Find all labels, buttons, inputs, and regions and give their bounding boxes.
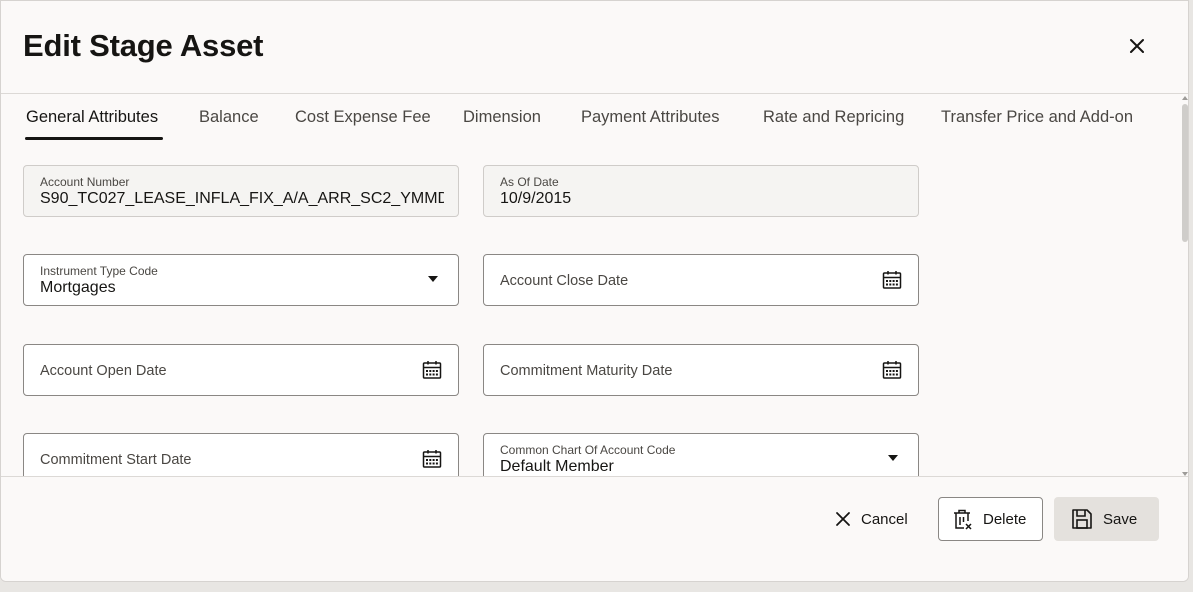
as-of-date-label: As Of Date xyxy=(500,175,559,189)
delete-label: Delete xyxy=(983,510,1027,528)
save-icon xyxy=(1072,509,1092,529)
dialog-header: Edit Stage Asset xyxy=(1,1,1188,94)
active-tab-indicator xyxy=(25,137,163,140)
account-open-date-field[interactable]: Account Open Date xyxy=(23,344,459,396)
calendar-icon[interactable] xyxy=(882,360,902,380)
tab-balance[interactable]: Balance xyxy=(199,108,259,127)
dialog-footer: Cancel Delete Save xyxy=(1,476,1188,581)
instrument-type-code-value: Mortgages xyxy=(40,279,116,296)
tab-dimension[interactable]: Dimension xyxy=(463,108,541,127)
close-icon xyxy=(1130,39,1144,53)
account-number-field[interactable]: Account Number S90_TC027_LEASE_INFLA_FIX… xyxy=(23,165,459,217)
account-open-date-placeholder: Account Open Date xyxy=(40,363,167,379)
as-of-date-value: 10/9/2015 xyxy=(500,190,572,207)
close-icon xyxy=(836,512,850,526)
instrument-type-code-label: Instrument Type Code xyxy=(40,264,158,278)
trash-icon xyxy=(954,509,972,530)
account-close-date-field[interactable]: Account Close Date xyxy=(483,254,919,306)
as-of-date-field[interactable]: As Of Date 10/9/2015 xyxy=(483,165,919,217)
scrollbar-thumb[interactable] xyxy=(1182,104,1188,242)
instrument-type-code-select[interactable]: Instrument Type Code Mortgages xyxy=(23,254,459,306)
edit-stage-asset-dialog: Edit Stage Asset General Attributes Bala… xyxy=(0,0,1189,582)
chevron-down-icon[interactable] xyxy=(888,455,898,461)
commitment-maturity-date-field[interactable]: Commitment Maturity Date xyxy=(483,344,919,396)
tab-payment-attributes[interactable]: Payment Attributes xyxy=(581,108,720,127)
commitment-start-date-field[interactable]: Commitment Start Date xyxy=(23,433,459,476)
scroll-up-arrow-icon[interactable] xyxy=(1182,96,1188,100)
content-scrollbar[interactable] xyxy=(1181,96,1188,476)
close-button[interactable] xyxy=(1122,31,1152,61)
account-number-value: S90_TC027_LEASE_INFLA_FIX_A/A_ARR_SC2_YM… xyxy=(40,190,444,207)
common-chart-of-account-code-value: Default Member xyxy=(500,458,614,475)
common-chart-of-account-code-select[interactable]: Common Chart Of Account Code Default Mem… xyxy=(483,433,919,476)
commitment-start-date-placeholder: Commitment Start Date xyxy=(40,452,192,468)
save-button[interactable]: Save xyxy=(1054,497,1159,541)
form-content: Account Number S90_TC027_LEASE_INFLA_FIX… xyxy=(1,141,1178,476)
commitment-maturity-date-placeholder: Commitment Maturity Date xyxy=(500,363,673,379)
account-close-date-placeholder: Account Close Date xyxy=(500,273,629,289)
calendar-icon[interactable] xyxy=(422,449,442,469)
calendar-icon[interactable] xyxy=(882,270,902,290)
dialog-title: Edit Stage Asset xyxy=(23,28,264,63)
tab-cost-expense-fee[interactable]: Cost Expense Fee xyxy=(295,108,431,127)
tab-general-attributes[interactable]: General Attributes xyxy=(26,108,158,127)
cancel-label: Cancel xyxy=(861,510,908,528)
delete-button[interactable]: Delete xyxy=(938,497,1043,541)
account-number-label: Account Number xyxy=(40,175,130,189)
common-chart-of-account-code-label: Common Chart Of Account Code xyxy=(500,443,676,457)
tab-rate-and-repricing[interactable]: Rate and Repricing xyxy=(763,108,904,127)
calendar-icon[interactable] xyxy=(422,360,442,380)
save-label: Save xyxy=(1103,510,1138,528)
chevron-down-icon[interactable] xyxy=(428,276,438,282)
tab-transfer-price-and-add-on[interactable]: Transfer Price and Add-on xyxy=(941,108,1133,127)
tab-bar: General Attributes Balance Cost Expense … xyxy=(1,94,1178,141)
cancel-button[interactable]: Cancel xyxy=(827,497,923,541)
